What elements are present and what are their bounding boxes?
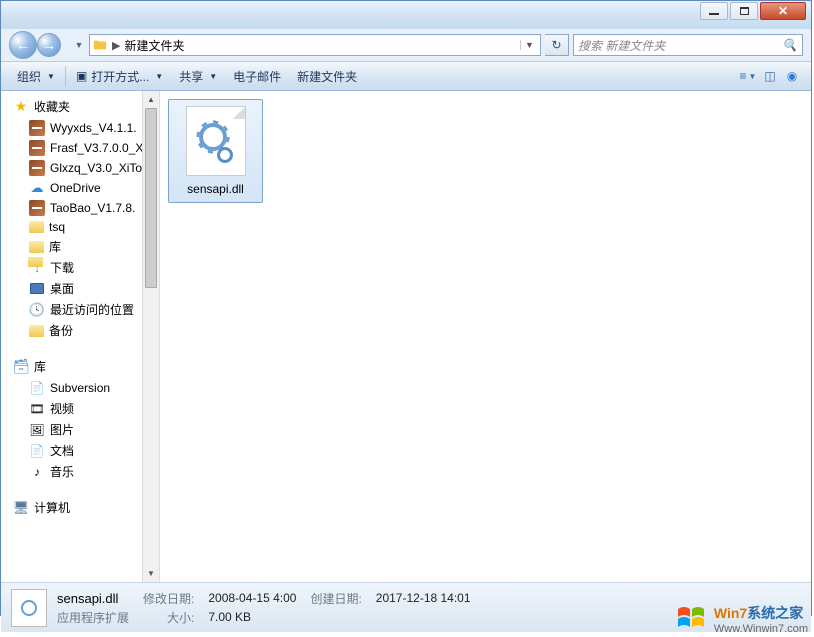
sidebar-item-documents[interactable]: 📄文档 — [1, 440, 159, 461]
scroll-up-button[interactable]: ▲ — [143, 91, 159, 108]
libraries-header[interactable]: 🗃 库 — [1, 355, 159, 378]
documents-icon: 📄 — [29, 443, 45, 459]
search-input[interactable]: 搜索 新建文件夹 🔍 — [573, 34, 803, 56]
preview-pane-icon[interactable]: ◫ — [759, 65, 781, 87]
search-placeholder: 搜索 新建文件夹 — [578, 37, 782, 54]
back-button[interactable]: ← — [9, 31, 37, 59]
navigation-pane: ★ 收藏夹 Wyyxds_V4.1.1. Frasf_V3.7.0.0_X Gl… — [1, 91, 160, 582]
folder-icon — [29, 241, 44, 253]
open-with-button[interactable]: ▣打开方式...▼ — [68, 64, 171, 89]
close-button[interactable]: ✕ — [760, 2, 806, 20]
details-modified-value: 2008-04-15 4:00 — [208, 591, 296, 605]
sidebar-item-pictures[interactable]: 🖼图片 — [1, 419, 159, 440]
scroll-thumb[interactable] — [145, 108, 157, 288]
sidebar-item-downloads[interactable]: ↓下载 — [1, 257, 159, 278]
file-item-sensapi[interactable]: sensapi.dll — [168, 99, 263, 203]
details-size-value: 7.00 KB — [208, 610, 296, 624]
file-list[interactable]: sensapi.dll — [160, 91, 811, 582]
onedrive-icon: ☁ — [29, 180, 45, 196]
windows-logo-icon — [676, 603, 708, 635]
computer-header[interactable]: 🖥 计算机 — [1, 496, 159, 519]
view-icon[interactable]: ≡▼ — [737, 65, 759, 87]
sidebar-item-frasf[interactable]: Frasf_V3.7.0.0_X — [1, 138, 159, 158]
archive-icon — [29, 200, 45, 216]
path-sep-icon[interactable]: ▶ — [112, 39, 120, 52]
search-icon[interactable]: 🔍 — [782, 38, 798, 52]
archive-icon — [29, 160, 45, 176]
details-filename: sensapi.dll — [57, 591, 129, 606]
sidebar-scrollbar[interactable]: ▲ ▼ — [142, 91, 159, 582]
folder-icon — [29, 221, 44, 233]
window-controls: ✕ — [698, 2, 806, 20]
folder-icon — [92, 37, 108, 53]
minimize-button[interactable] — [700, 2, 728, 20]
app-icon: ▣ — [76, 69, 87, 83]
sidebar-item-glxzq[interactable]: Glxzq_V3.0_XiTo — [1, 158, 159, 178]
history-dropdown[interactable]: ▼ — [73, 40, 85, 50]
watermark-title: Win7系统之家 — [714, 603, 808, 623]
email-button[interactable]: 电子邮件 — [225, 64, 289, 89]
file-name: sensapi.dll — [175, 182, 256, 196]
archive-icon — [29, 120, 45, 136]
share-button[interactable]: 共享▼ — [171, 64, 225, 89]
sidebar-item-subversion[interactable]: 📄Subversion — [1, 378, 159, 398]
dll-icon — [186, 106, 246, 176]
folder-icon — [29, 325, 44, 337]
maximize-button[interactable] — [730, 2, 758, 20]
new-folder-button[interactable]: 新建文件夹 — [289, 64, 365, 89]
video-icon: 🎞 — [29, 401, 45, 417]
sidebar-item-wyyxds[interactable]: Wyyxds_V4.1.1. — [1, 118, 159, 138]
sidebar-item-tsq[interactable]: tsq — [1, 218, 159, 236]
help-icon[interactable]: ◉ — [781, 65, 803, 87]
sidebar-item-recent[interactable]: 🕓最近访问的位置 — [1, 299, 159, 320]
details-size-label: 大小: — [143, 609, 194, 626]
desktop-icon — [29, 281, 45, 297]
sidebar-item-desktop[interactable]: 桌面 — [1, 278, 159, 299]
scroll-down-button[interactable]: ▼ — [143, 565, 159, 582]
pictures-icon: 🖼 — [29, 422, 45, 438]
sidebar-item-lib[interactable]: 库 — [1, 236, 159, 257]
explorer-window: ✕ ← → ▼ ▶ 新建文件夹 ▼ ↻ 搜索 新建文件夹 🔍 组织▼ ▣打开方式… — [0, 0, 812, 616]
details-created-label: 创建日期: — [310, 590, 361, 607]
details-icon — [11, 589, 47, 627]
details-created-value: 2017-12-18 14:01 — [376, 591, 471, 605]
sidebar-item-onedrive[interactable]: ☁OneDrive — [1, 178, 159, 198]
toolbar: 组织▼ ▣打开方式...▼ 共享▼ 电子邮件 新建文件夹 ≡▼ ◫ ◉ — [1, 61, 811, 91]
details-filetype: 应用程序扩展 — [57, 609, 129, 626]
address-bar[interactable]: ▶ 新建文件夹 ▼ — [89, 34, 541, 56]
content-area: ★ 收藏夹 Wyyxds_V4.1.1. Frasf_V3.7.0.0_X Gl… — [1, 91, 811, 582]
details-modified-label: 修改日期: — [143, 590, 194, 607]
computer-icon: 🖥 — [13, 500, 29, 516]
forward-button[interactable]: → — [37, 33, 61, 57]
organize-button[interactable]: 组织▼ — [9, 64, 63, 89]
address-path[interactable]: 新建文件夹 — [124, 37, 520, 54]
sidebar-item-backup[interactable]: 备份 — [1, 320, 159, 341]
download-icon: ↓ — [29, 260, 45, 276]
separator — [65, 66, 66, 86]
sidebar-item-videos[interactable]: 🎞视频 — [1, 398, 159, 419]
refresh-button[interactable]: ↻ — [545, 34, 569, 56]
recent-icon: 🕓 — [29, 302, 45, 318]
navigation-bar: ← → ▼ ▶ 新建文件夹 ▼ ↻ 搜索 新建文件夹 🔍 — [1, 29, 811, 61]
libraries-icon: 🗃 — [13, 359, 29, 375]
sidebar-item-taobao[interactable]: TaoBao_V1.7.8. — [1, 198, 159, 218]
star-icon: ★ — [13, 99, 29, 115]
sidebar-item-music[interactable]: ♪音乐 — [1, 461, 159, 482]
titlebar: ✕ — [1, 1, 811, 29]
nav-buttons: ← → — [9, 31, 69, 59]
doc-icon: 📄 — [29, 380, 45, 396]
watermark: Win7系统之家 Www.Winwin7.com — [676, 603, 808, 635]
favorites-header[interactable]: ★ 收藏夹 — [1, 95, 159, 118]
archive-icon — [29, 140, 45, 156]
music-icon: ♪ — [29, 464, 45, 480]
address-dropdown[interactable]: ▼ — [520, 40, 538, 50]
watermark-url: Www.Winwin7.com — [714, 623, 808, 635]
